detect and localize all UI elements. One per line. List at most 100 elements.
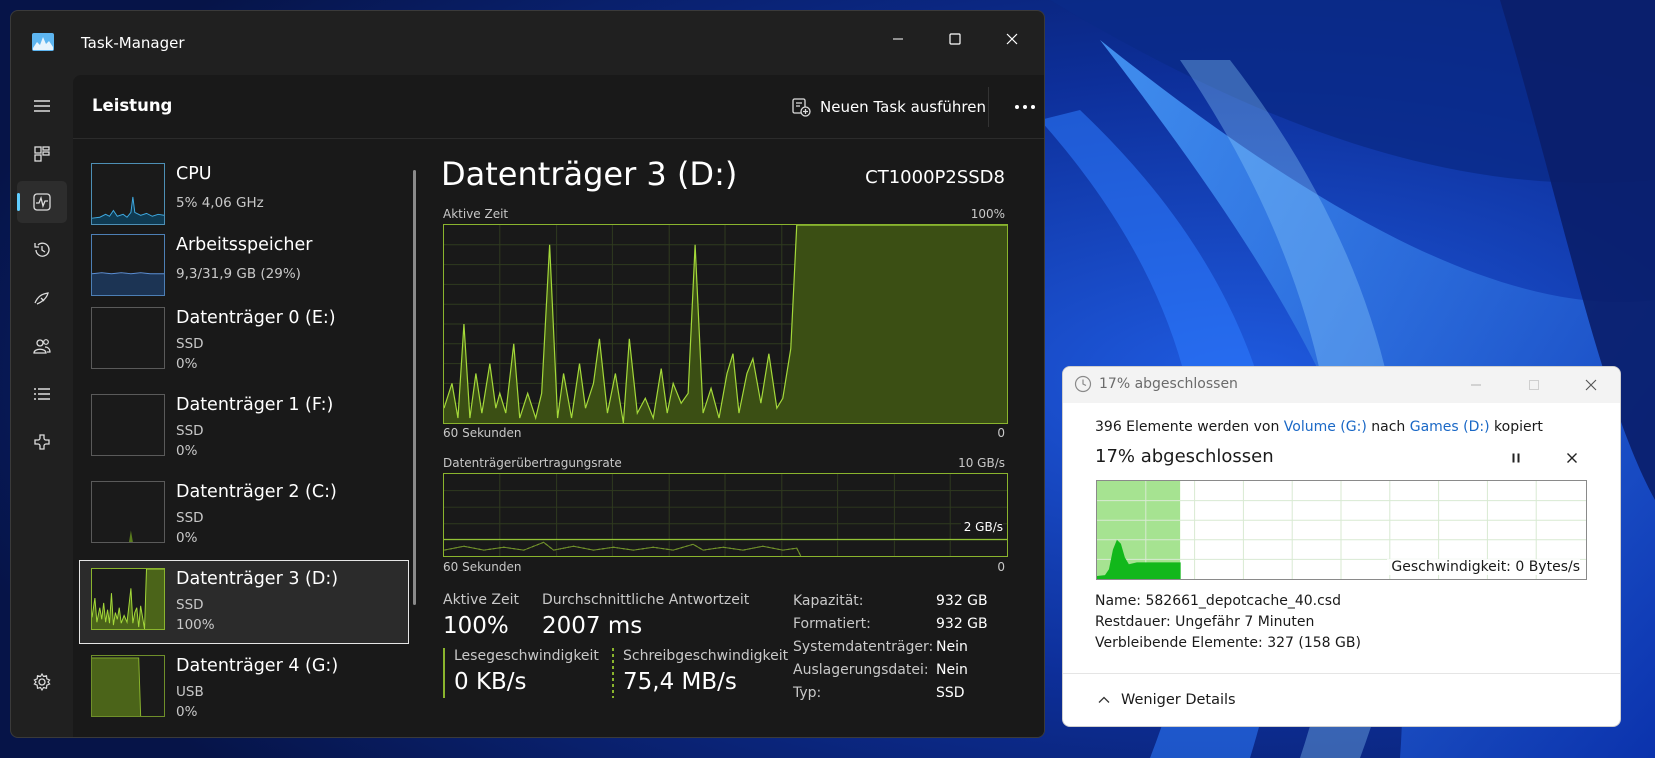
copy-description: 396 Elemente werden von Volume (G:) nach…	[1095, 419, 1543, 435]
perf-item-disk-3[interactable]: Datenträger 3 (D:) SSD 100%	[79, 560, 409, 644]
app-history-icon[interactable]	[17, 229, 67, 271]
file-name-value: 582661_depotcache_40.csd	[1145, 593, 1341, 609]
response-time-label: Durchschnittliche Antwortzeit	[542, 592, 750, 608]
task-manager-logo-icon	[32, 33, 54, 51]
copy-speed-label: Geschwindigkeit: 0 Bytes/s	[1387, 559, 1580, 575]
fewer-details-button[interactable]: Weniger Details	[1097, 692, 1236, 708]
file-name-label: Name:	[1095, 593, 1142, 609]
perf-item-title: Datenträger 1 (F:)	[176, 395, 334, 415]
perf-item-title: CPU	[176, 164, 212, 184]
write-speed-label: Schreibgeschwindigkeit	[623, 648, 789, 664]
fewer-details-label: Weniger Details	[1121, 692, 1236, 708]
page-file-label: Auslagerungsdatei:	[793, 662, 929, 678]
task-manager-window: Task-Manager Leistung Neuen Task ausführ…	[10, 10, 1045, 738]
disk-0-thumbnail-graph	[91, 307, 165, 369]
remaining-time-value: Ungefähr 7 Minuten	[1175, 614, 1315, 630]
processes-icon[interactable]	[17, 133, 67, 175]
remaining-items-row: Verbleibende Elemente: 327 (158 GB)	[1095, 635, 1361, 651]
pause-icon	[1512, 453, 1520, 463]
copy-progress-text: 17% abgeschlossen	[1095, 446, 1274, 467]
disk-3-thumbnail-graph	[91, 568, 165, 630]
copy-dialog-title: 17% abgeschlossen	[1099, 376, 1238, 392]
active-time-graph-right-label: 0	[997, 426, 1005, 440]
transfer-rate-marker-label: 2 GB/s	[960, 520, 1003, 534]
destination-link[interactable]: Games (D:)	[1410, 419, 1490, 435]
close-button[interactable]	[1571, 373, 1611, 397]
perf-item-title: Arbeitsspeicher	[176, 235, 313, 255]
system-disk-label: Systemdatenträger:	[793, 639, 934, 655]
dialog-divider	[1063, 673, 1620, 674]
close-icon	[1567, 453, 1577, 463]
window-title: Task-Manager	[81, 34, 185, 52]
remaining-time-label: Restdauer:	[1095, 614, 1171, 630]
disk-2-thumbnail-graph	[91, 481, 165, 543]
users-icon[interactable]	[17, 325, 67, 367]
source-link[interactable]: Volume (G:)	[1284, 419, 1367, 435]
perf-item-detail: 5% 4,06 GHz	[176, 195, 264, 211]
maximize-button[interactable]	[932, 19, 978, 59]
header-divider	[988, 87, 989, 127]
disk-1-thumbnail-graph	[91, 394, 165, 456]
hamburger-menu-icon[interactable]	[17, 85, 67, 127]
type-label: Typ:	[793, 685, 822, 701]
perf-item-disk-2[interactable]: Datenträger 2 (C:) SSD 0%	[79, 473, 409, 557]
perf-item-detail: 9,3/31,9 GB (29%)	[176, 266, 301, 282]
system-disk-value: Nein	[936, 639, 968, 655]
pause-button[interactable]	[1504, 446, 1528, 470]
copy-title-bar[interactable]: 17% abgeschlossen	[1063, 367, 1620, 403]
services-icon[interactable]	[17, 421, 67, 463]
perf-item-type: SSD	[176, 510, 204, 526]
transfer-rate-graph: 2 GB/s	[443, 473, 1008, 557]
active-time-graph-label: Aktive Zeit	[443, 207, 509, 221]
cpu-thumbnail-graph	[91, 163, 165, 225]
cancel-copy-button[interactable]	[1560, 446, 1584, 470]
capacity-value: 932 GB	[936, 593, 988, 609]
read-speed-value: 0 KB/s	[454, 669, 527, 695]
startup-apps-icon[interactable]	[17, 277, 67, 319]
perf-item-disk-0[interactable]: Datenträger 0 (E:) SSD 0%	[79, 299, 409, 383]
perf-item-disk-1[interactable]: Datenträger 1 (F:) SSD 0%	[79, 386, 409, 470]
title-bar[interactable]: Task-Manager	[11, 11, 1044, 75]
chevron-up-icon	[1098, 696, 1110, 703]
disk-4-thumbnail-graph	[91, 655, 165, 717]
content-area: Leistung Neuen Task ausführen CPU 5% 4,0…	[73, 75, 1044, 737]
perf-item-usage: 0%	[176, 356, 198, 372]
settings-gear-icon[interactable]	[17, 661, 67, 703]
clock-icon	[1074, 375, 1092, 393]
remaining-items-value: 327 (158 GB)	[1267, 635, 1361, 651]
remaining-time-row: Restdauer: Ungefähr 7 Minuten	[1095, 614, 1314, 630]
formatted-value: 932 GB	[936, 616, 988, 632]
minimize-button[interactable]	[1456, 373, 1496, 397]
minimize-button[interactable]	[875, 19, 921, 59]
close-button[interactable]	[989, 19, 1035, 59]
active-time-graph	[443, 224, 1008, 424]
perf-item-title: Datenträger 0 (E:)	[176, 308, 336, 328]
maximize-button[interactable]	[1514, 373, 1554, 397]
perf-item-type: USB	[176, 684, 204, 700]
capacity-label: Kapazität:	[793, 593, 864, 609]
transfer-rate-graph-left-label: 60 Sekunden	[443, 560, 522, 574]
list-scrollbar[interactable]	[413, 170, 416, 605]
page-title: Leistung	[92, 96, 173, 115]
details-list-icon[interactable]	[17, 373, 67, 415]
perf-item-title: Datenträger 2 (C:)	[176, 482, 337, 502]
more-dots-icon	[1015, 105, 1035, 109]
more-options-button[interactable]	[1005, 92, 1044, 122]
run-new-task-button[interactable]: Neuen Task ausführen	[791, 92, 986, 122]
copy-progress-dialog: 17% abgeschlossen 396 Elemente werden vo…	[1062, 366, 1621, 727]
perf-item-usage: 0%	[176, 530, 198, 546]
disk-model: CT1000P2SSD8	[865, 167, 1005, 188]
remaining-items-label: Verbleibende Elemente:	[1095, 635, 1263, 651]
transfer-rate-graph-label: Datenträgerübertragungsrate	[443, 456, 622, 470]
perf-item-usage: 0%	[176, 443, 198, 459]
perf-item-disk-4[interactable]: Datenträger 4 (G:) USB 0%	[79, 647, 409, 731]
write-speed-value: 75,4 MB/s	[623, 669, 737, 695]
active-time-value: 100%	[443, 613, 509, 639]
disk-detail-panel: Datenträger 3 (D:) CT1000P2SSD8 Aktive Z…	[440, 140, 1008, 737]
perf-item-usage: 100%	[176, 617, 215, 633]
page-file-value: Nein	[936, 662, 968, 678]
formatted-label: Formatiert:	[793, 616, 871, 632]
performance-icon[interactable]	[17, 181, 67, 223]
file-name-row: Name: 582661_depotcache_40.csd	[1095, 593, 1341, 609]
perf-item-memory[interactable]: Arbeitsspeicher 9,3/31,9 GB (29%)	[79, 226, 409, 310]
